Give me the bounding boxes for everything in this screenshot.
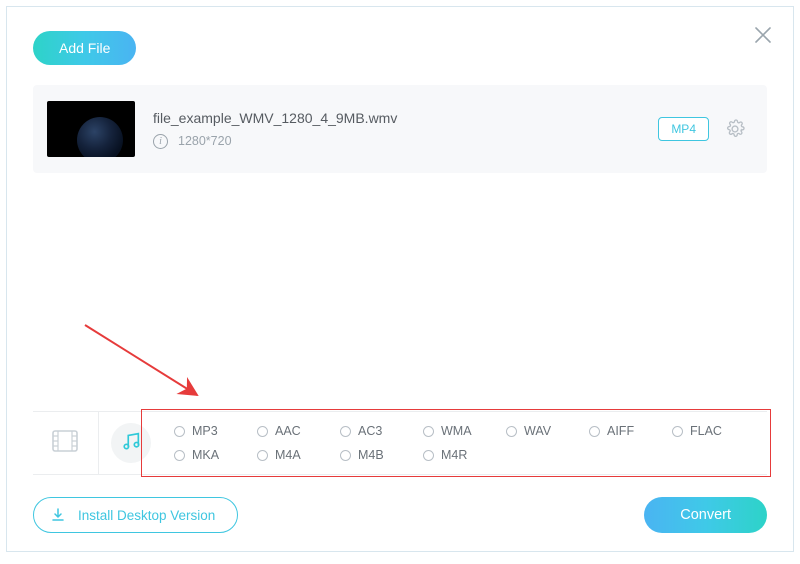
format-row-1: MP3 AAC AC3 WMA WAV AIFF FLAC [174, 424, 755, 438]
install-desktop-label: Install Desktop Version [78, 508, 215, 523]
radio-icon [257, 450, 268, 461]
convert-label: Convert [680, 507, 731, 523]
add-file-button[interactable]: Add File [33, 31, 136, 65]
format-label: WAV [524, 424, 551, 438]
output-format-button[interactable]: MP4 [658, 117, 709, 141]
radio-icon [340, 426, 351, 437]
format-label: M4B [358, 448, 384, 462]
thumbnail-graphic [77, 117, 123, 157]
radio-icon [589, 426, 600, 437]
format-option-wav[interactable]: WAV [506, 424, 589, 438]
convert-button[interactable]: Convert [644, 497, 767, 533]
radio-icon [506, 426, 517, 437]
tab-video[interactable] [33, 412, 99, 474]
install-desktop-button[interactable]: Install Desktop Version [33, 497, 238, 533]
format-option-m4b[interactable]: M4B [340, 448, 423, 462]
app-window: Add File file_example_WMV_1280_4_9MB.wmv… [6, 6, 794, 552]
output-format-label: MP4 [671, 122, 696, 136]
radio-icon [174, 426, 185, 437]
format-option-flac[interactable]: FLAC [672, 424, 755, 438]
radio-icon [174, 450, 185, 461]
download-icon [50, 507, 66, 523]
format-label: FLAC [690, 424, 722, 438]
radio-icon [340, 450, 351, 461]
file-resolution: 1280*720 [178, 134, 232, 148]
close-button[interactable] [753, 25, 773, 45]
format-option-m4r[interactable]: M4R [423, 448, 506, 462]
file-info: file_example_WMV_1280_4_9MB.wmv i 1280*7… [153, 110, 658, 149]
format-row-2: MKA M4A M4B M4R [174, 448, 755, 462]
format-option-ac3[interactable]: AC3 [340, 424, 423, 438]
format-panel: MP3 AAC AC3 WMA WAV AIFF FLAC MKA M4A M4B M4R [33, 411, 767, 475]
info-icon[interactable]: i [153, 134, 168, 149]
format-option-mp3[interactable]: MP3 [174, 424, 257, 438]
format-label: MP3 [192, 424, 218, 438]
format-label: AAC [275, 424, 301, 438]
radio-icon [423, 426, 434, 437]
radio-icon [423, 450, 434, 461]
format-label: AIFF [607, 424, 634, 438]
format-label: MKA [192, 448, 219, 462]
format-option-mka[interactable]: MKA [174, 448, 257, 462]
audio-formats: MP3 AAC AC3 WMA WAV AIFF FLAC MKA M4A M4B M4R [164, 412, 767, 474]
format-label: M4R [441, 448, 467, 462]
format-option-aiff[interactable]: AIFF [589, 424, 672, 438]
add-file-label: Add File [59, 40, 110, 56]
file-row: file_example_WMV_1280_4_9MB.wmv i 1280*7… [33, 85, 767, 173]
annotation-arrow [77, 317, 227, 417]
tab-audio[interactable] [99, 412, 164, 474]
gear-icon [725, 119, 745, 139]
format-option-m4a[interactable]: M4A [257, 448, 340, 462]
radio-icon [672, 426, 683, 437]
format-label: M4A [275, 448, 301, 462]
format-option-aac[interactable]: AAC [257, 424, 340, 438]
format-label: WMA [441, 424, 472, 438]
settings-button[interactable] [725, 119, 745, 139]
file-meta: i 1280*720 [153, 134, 658, 149]
radio-icon [257, 426, 268, 437]
format-label: AC3 [358, 424, 382, 438]
file-thumbnail[interactable] [47, 101, 135, 157]
format-option-wma[interactable]: WMA [423, 424, 506, 438]
file-name: file_example_WMV_1280_4_9MB.wmv [153, 110, 658, 126]
format-tabs-row: MP3 AAC AC3 WMA WAV AIFF FLAC MKA M4A M4B M4R [33, 411, 767, 475]
footer: Install Desktop Version Convert [33, 497, 767, 533]
music-icon [120, 430, 142, 452]
file-actions: MP4 [658, 117, 745, 141]
video-icon [51, 428, 79, 454]
close-icon [753, 25, 773, 45]
